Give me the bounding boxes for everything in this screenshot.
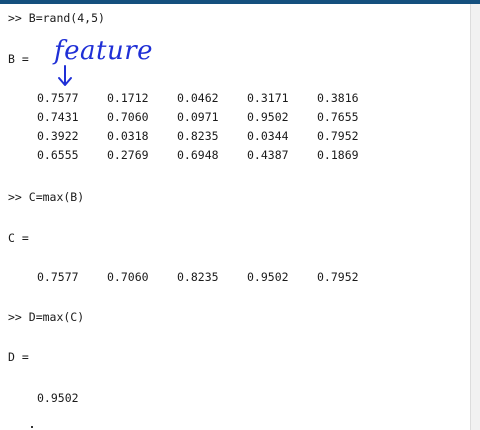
- matrix-cell: 0.6948: [177, 148, 219, 162]
- text-cursor: [31, 426, 33, 428]
- matrix-cell: 0.9502: [247, 110, 289, 124]
- window-top-border: [0, 0, 480, 4]
- output-value-d: 0.9502: [37, 391, 79, 405]
- output-label-b: B =: [8, 52, 29, 66]
- output-label-d: D =: [8, 350, 29, 364]
- matrix-cell: 0.9502: [247, 270, 289, 284]
- matrix-cell: 0.1712: [107, 91, 149, 105]
- matrix-cell: 0.7060: [107, 110, 149, 124]
- matrix-cell: 0.0318: [107, 129, 149, 143]
- matrix-cell: 0.3922: [37, 129, 79, 143]
- matrix-cell: 0.7577: [37, 91, 79, 105]
- command-line-max-c: >> D=max(C): [8, 310, 85, 324]
- matrix-cell: 0.1869: [317, 148, 359, 162]
- matrix-cell: 0.7952: [317, 129, 359, 143]
- matrix-cell: 0.0462: [177, 91, 219, 105]
- matrix-cell: 0.7577: [37, 270, 79, 284]
- matrix-cell: 0.4387: [247, 148, 289, 162]
- matrix-cell: 0.7060: [107, 270, 149, 284]
- matrix-cell: 0.3171: [247, 91, 289, 105]
- matrix-cell: 0.7952: [317, 270, 359, 284]
- matrix-cell: 0.2769: [107, 148, 149, 162]
- matrix-cell: 0.0344: [247, 129, 289, 143]
- down-arrow-icon: [58, 65, 72, 86]
- matrix-cell: 0.7655: [317, 110, 359, 124]
- matrix-cell: 0.7431: [37, 110, 79, 124]
- annotation-text: feature: [54, 36, 154, 66]
- output-label-c: C =: [8, 231, 29, 245]
- matrix-cell: 0.8235: [177, 129, 219, 143]
- matrix-cell: 0.3816: [317, 91, 359, 105]
- command-line-rand: >> B=rand(4,5): [8, 11, 105, 25]
- matrix-cell: 0.6555: [37, 148, 79, 162]
- vertical-scrollbar[interactable]: [470, 4, 480, 430]
- command-line-max-b: >> C=max(B): [8, 190, 85, 204]
- matrix-cell: 0.8235: [177, 270, 219, 284]
- matrix-cell: 0.0971: [177, 110, 219, 124]
